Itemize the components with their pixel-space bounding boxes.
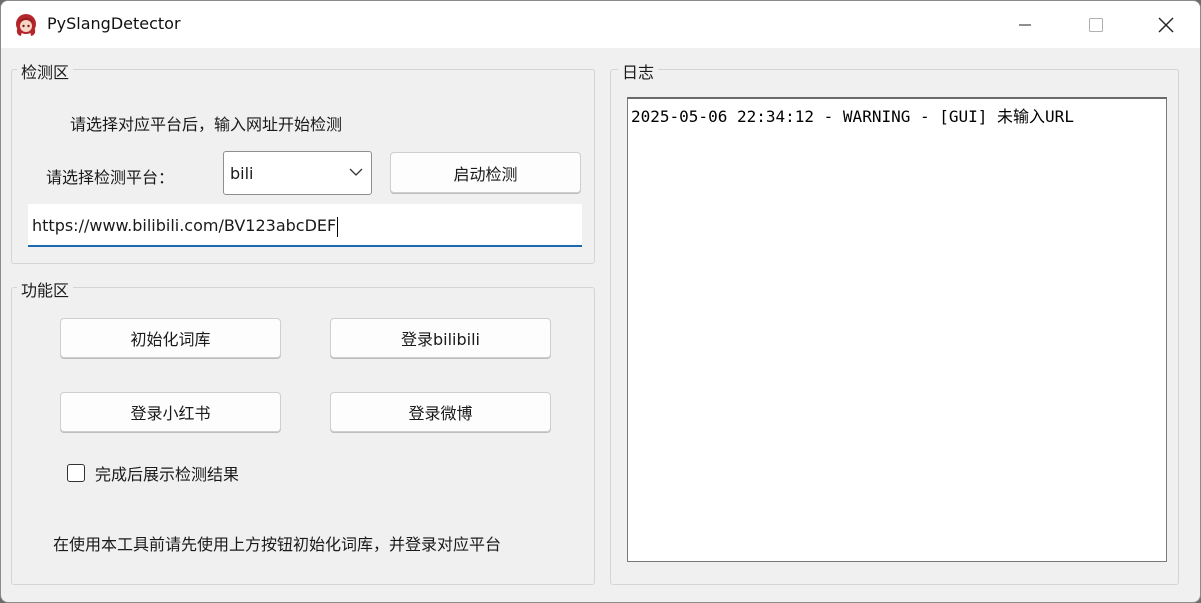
log-line: 2025-05-06 22:34:12 - WARNING - [GUI] 未输…: [631, 107, 1074, 126]
show-results-label: 完成后展示检测结果: [95, 465, 240, 484]
function-group-title: 功能区: [17, 277, 74, 301]
window-title: PySlangDetector: [47, 14, 181, 33]
maximize-button[interactable]: [1061, 1, 1131, 48]
app-window: PySlangDetector 检测区 请选择对应平台后，输入网址开始检测 请选…: [0, 0, 1201, 603]
show-results-checkbox[interactable]: [67, 464, 85, 482]
start-detect-button[interactable]: 启动检测: [390, 152, 581, 193]
init-dictionary-button[interactable]: 初始化词库: [60, 318, 281, 358]
log-textarea[interactable]: 2025-05-06 22:34:12 - WARNING - [GUI] 未输…: [627, 97, 1167, 562]
login-bilibili-button[interactable]: 登录bilibili: [330, 318, 551, 358]
platform-select-value: bili: [230, 164, 254, 183]
usage-hint: 在使用本工具前请先使用上方按钮初始化词库，并登录对应平台: [53, 535, 502, 554]
text-caret: [337, 216, 339, 237]
log-group-title: 日志: [618, 59, 659, 83]
detect-instruction: 请选择对应平台后，输入网址开始检测: [70, 115, 343, 134]
app-avatar-icon: [16, 14, 36, 36]
minimize-icon: [1019, 24, 1031, 25]
title-bar[interactable]: PySlangDetector: [1, 1, 1200, 48]
url-input-value: https://www.bilibili.com/BV123abcDEF: [32, 216, 337, 235]
close-button[interactable]: [1131, 1, 1200, 48]
platform-label: 请选择检测平台：: [46, 168, 175, 187]
login-weibo-button[interactable]: 登录微博: [330, 392, 551, 432]
platform-select[interactable]: bili: [223, 151, 372, 195]
detect-group-title: 检测区: [17, 59, 74, 83]
url-input[interactable]: https://www.bilibili.com/BV123abcDEF: [28, 204, 582, 247]
login-xiaohongshu-button[interactable]: 登录小红书: [60, 392, 281, 432]
minimize-button[interactable]: [990, 1, 1060, 48]
chevron-down-icon: [349, 168, 363, 176]
show-results-checkbox-row[interactable]: 完成后展示检测结果: [67, 461, 239, 485]
maximize-icon: [1089, 17, 1103, 32]
close-icon: [1158, 17, 1174, 32]
